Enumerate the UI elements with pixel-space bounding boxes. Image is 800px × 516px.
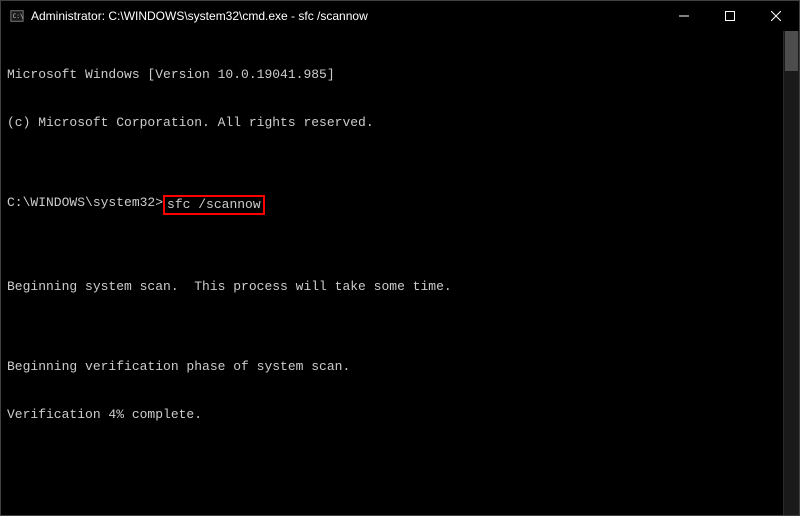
scan-begin-line: Beginning system scan. This process will… bbox=[7, 279, 777, 295]
verification-progress-line: Verification 4% complete. bbox=[7, 407, 777, 423]
svg-text:C:\: C:\ bbox=[13, 13, 24, 20]
copyright-line: (c) Microsoft Corporation. All rights re… bbox=[7, 115, 777, 131]
cmd-icon: C:\ bbox=[9, 8, 25, 24]
highlighted-command: sfc /scannow bbox=[163, 195, 265, 215]
prompt-text: C:\WINDOWS\system32> bbox=[7, 195, 163, 211]
maximize-button[interactable] bbox=[707, 1, 753, 31]
terminal-body: Microsoft Windows [Version 10.0.19041.98… bbox=[1, 31, 799, 515]
prompt-line: C:\WINDOWS\system32>sfc /scannow bbox=[7, 195, 777, 215]
scrollbar-thumb[interactable] bbox=[785, 31, 798, 71]
titlebar-left: C:\ Administrator: C:\WINDOWS\system32\c… bbox=[9, 8, 368, 24]
window-controls bbox=[661, 1, 799, 31]
close-button[interactable] bbox=[753, 1, 799, 31]
verification-phase-line: Beginning verification phase of system s… bbox=[7, 359, 777, 375]
version-line: Microsoft Windows [Version 10.0.19041.98… bbox=[7, 67, 777, 83]
vertical-scrollbar[interactable] bbox=[783, 31, 799, 515]
minimize-button[interactable] bbox=[661, 1, 707, 31]
cmd-window: C:\ Administrator: C:\WINDOWS\system32\c… bbox=[0, 0, 800, 516]
window-title: Administrator: C:\WINDOWS\system32\cmd.e… bbox=[31, 9, 368, 23]
titlebar[interactable]: C:\ Administrator: C:\WINDOWS\system32\c… bbox=[1, 1, 799, 31]
terminal-content[interactable]: Microsoft Windows [Version 10.0.19041.98… bbox=[1, 31, 783, 515]
